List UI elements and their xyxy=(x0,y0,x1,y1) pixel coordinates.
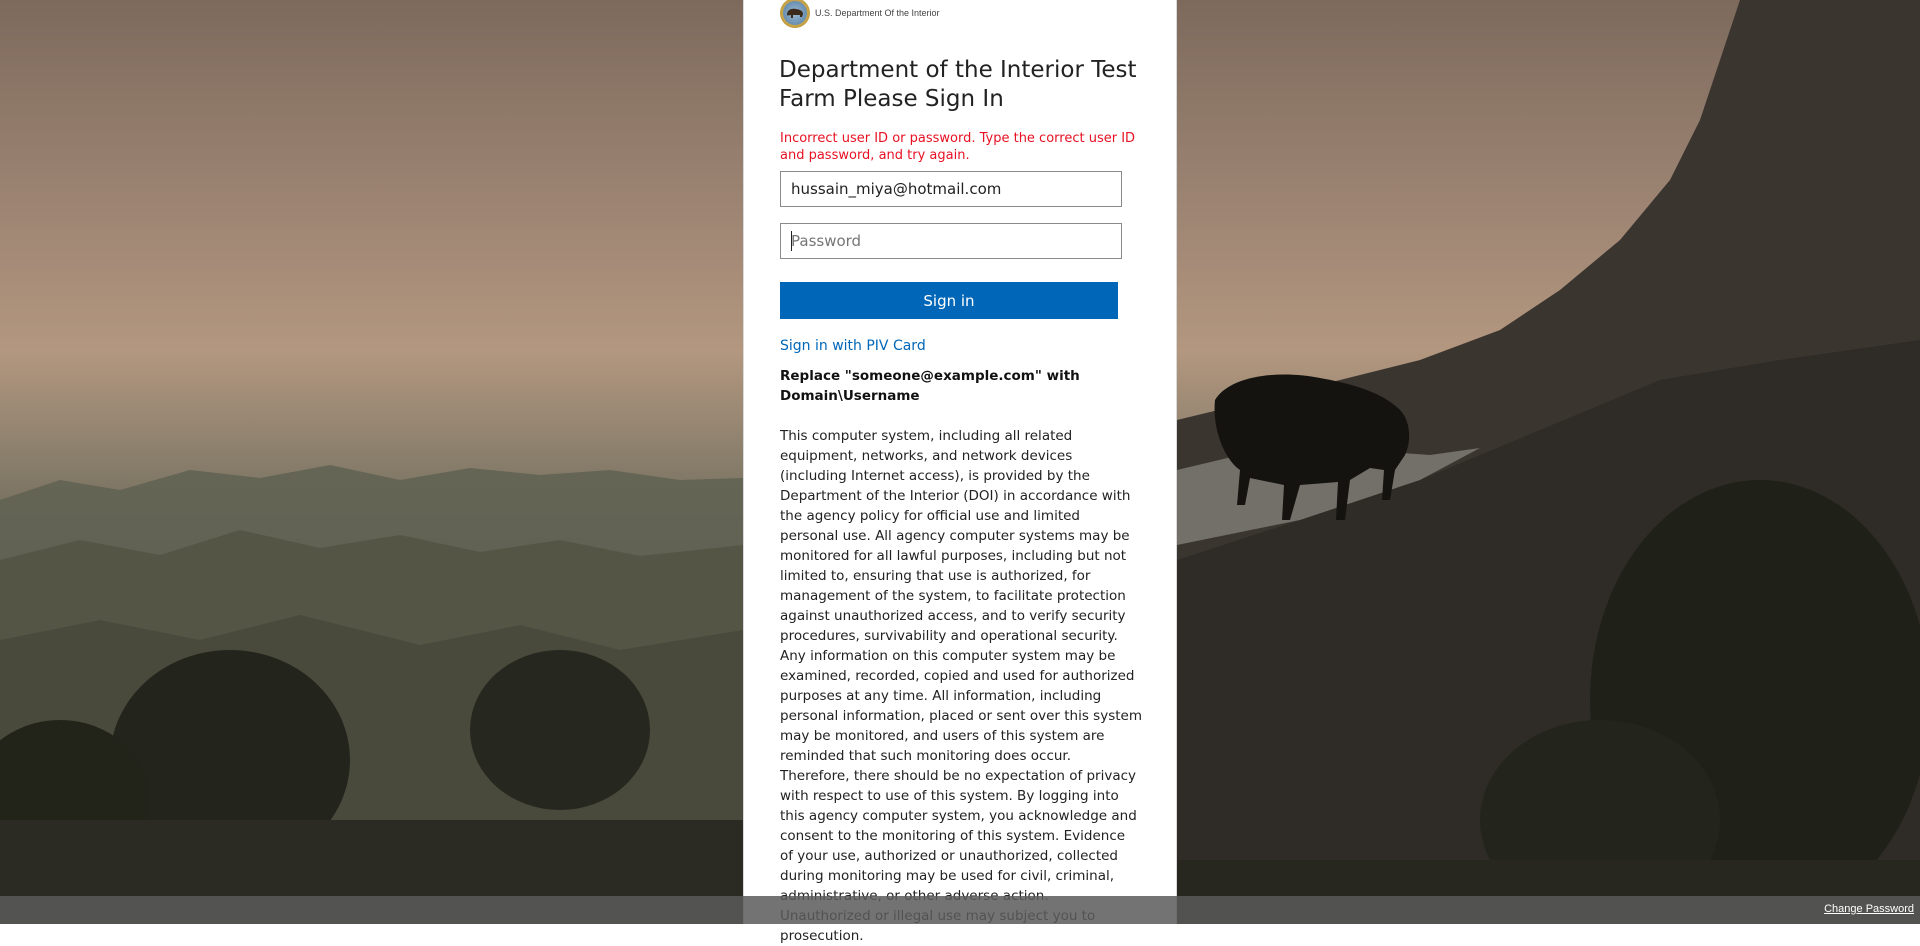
doi-seal-icon xyxy=(780,0,810,28)
change-password-link[interactable]: Change Password xyxy=(1824,903,1914,915)
logo-text: U.S. Department Of the Interior xyxy=(815,8,940,18)
username-field[interactable] xyxy=(780,171,1122,207)
sign-in-panel: U.S. Department Of the Interior Departme… xyxy=(743,0,1177,944)
logo: U.S. Department Of the Interior xyxy=(780,0,940,30)
page-title: Department of the Interior Test Farm Ple… xyxy=(779,57,1137,112)
username-hint: Replace "someone@example.com" with Domai… xyxy=(780,368,1080,404)
footer-bar: Change Password xyxy=(0,896,1920,924)
piv-card-link[interactable]: Sign in with PIV Card xyxy=(780,338,926,354)
error-message: Incorrect user ID or password. Type the … xyxy=(780,131,1136,163)
text-cursor xyxy=(791,231,792,251)
password-field[interactable] xyxy=(780,223,1122,259)
sign-in-button[interactable]: Sign in xyxy=(780,282,1118,319)
legal-disclaimer: This computer system, including all rela… xyxy=(780,428,1142,944)
